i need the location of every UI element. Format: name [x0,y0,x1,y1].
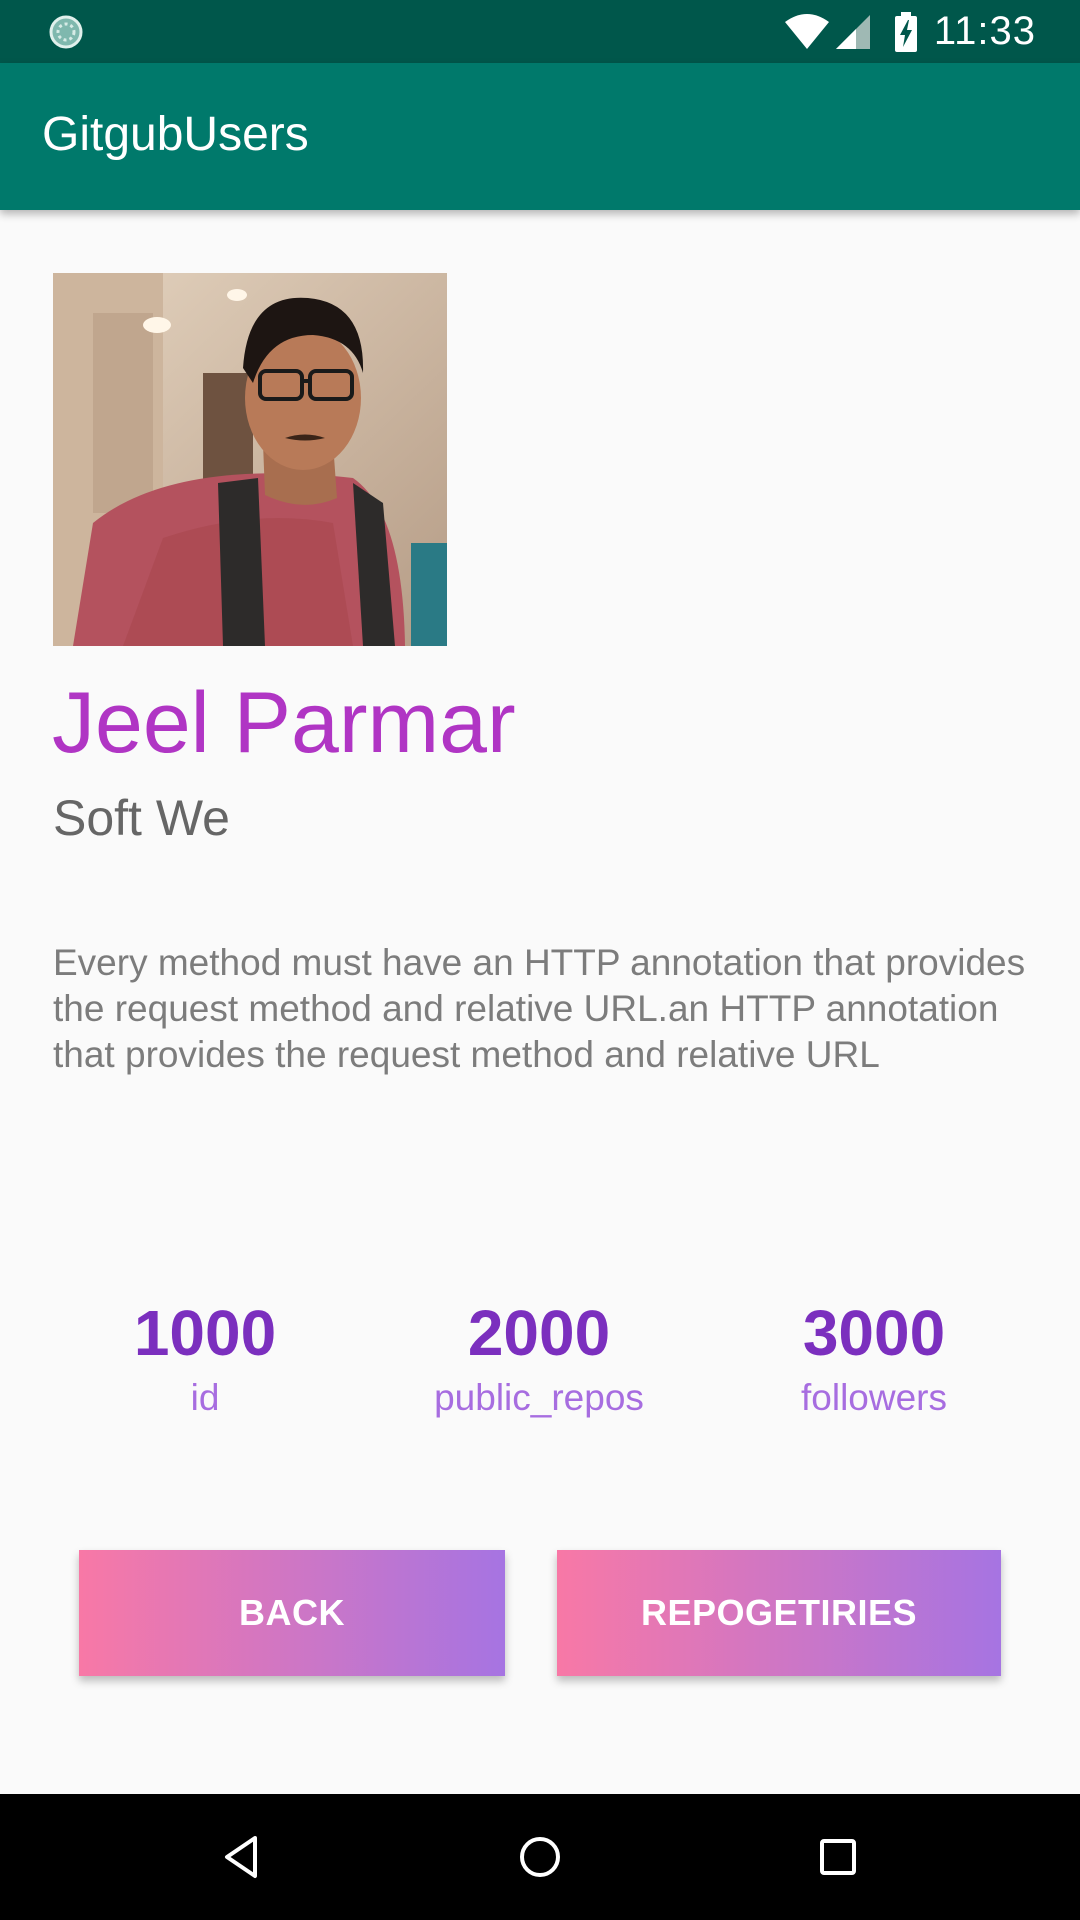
user-bio: Every method must have an HTTP annotatio… [53,942,1026,1075]
user-name: Jeel Parmar [52,675,516,771]
user-company: Soft We [53,790,230,846]
stat-value: 2000 [467,1297,611,1369]
recents-icon[interactable] [805,1824,871,1890]
stat-value: 3000 [802,1297,946,1369]
stat-public-repos: 2000 public_repos [389,1295,689,1420]
status-time: 11:33 [933,9,1036,53]
wifi-icon [784,13,829,49]
stat-label: id [190,1376,220,1418]
profile-photo [53,273,447,646]
stats-row: 1000 id 2000 public_repos 3000 followers [0,1295,1080,1445]
stat-value: 1000 [133,1297,277,1369]
profile-photo-illustration [53,273,447,646]
stat-label: public_repos [434,1376,644,1418]
status-icons: 11:33 [784,0,1080,63]
stat-followers: 3000 followers [724,1295,1024,1420]
signal-icon [835,14,870,49]
sync-icon [49,15,83,49]
navigation-bar [0,1794,1080,1920]
app-title: GitgubUsers [42,108,309,161]
stat-id: 1000 id [55,1295,355,1420]
home-icon[interactable] [507,1824,573,1890]
repositories-button[interactable]: REPOGETIRIES [557,1550,1001,1676]
back-icon[interactable] [209,1824,275,1890]
battery-charging-icon [894,11,917,52]
profile-content: Jeel Parmar Soft We Every method must ha… [0,210,1080,1794]
back-button[interactable]: BACK [79,1550,505,1676]
app-bar: GitgubUsers [0,63,1080,210]
stat-label: followers [801,1376,947,1418]
status-bar: 11:33 [0,0,1080,63]
